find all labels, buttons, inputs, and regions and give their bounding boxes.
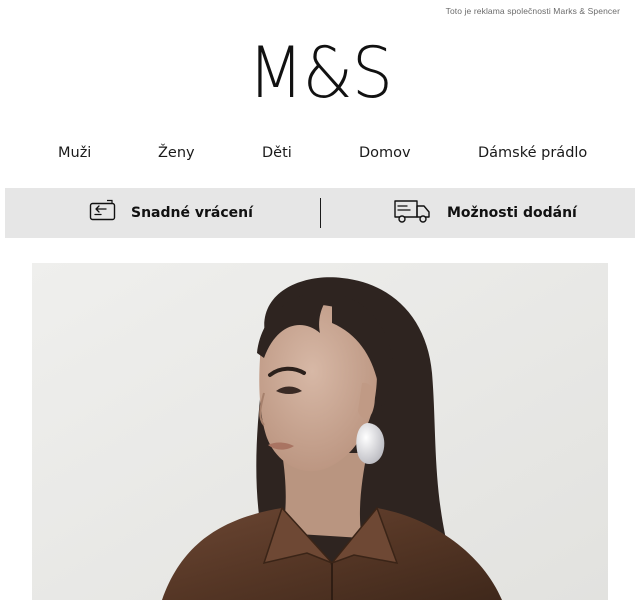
delivery-options-label: Možnosti dodání — [447, 205, 577, 221]
hero-image[interactable] — [32, 263, 608, 600]
benefits-bar: Snadné vrácení Možnosti dodání — [5, 188, 635, 238]
delivery-truck-icon — [393, 197, 433, 230]
benefits-divider — [320, 198, 321, 228]
nav-item-kids[interactable]: Děti — [262, 145, 292, 161]
delivery-options-link[interactable]: Možnosti dodání — [393, 188, 577, 238]
nav-item-women[interactable]: Ženy — [158, 145, 195, 161]
return-card-icon — [89, 199, 117, 228]
category-nav: Muži Ženy Děti Domov Dámské prádlo — [0, 145, 640, 167]
brand-logo[interactable]: M&S — [26, 33, 615, 113]
email-page: Toto je reklama společnosti Marks & Spen… — [0, 0, 640, 600]
nav-item-lingerie[interactable]: Dámské prádlo — [478, 145, 587, 161]
hero-photo-illustration — [32, 263, 608, 600]
ad-disclaimer: Toto je reklama společnosti Marks & Spen… — [445, 6, 620, 16]
easy-returns-link[interactable]: Snadné vrácení — [89, 188, 253, 238]
nav-item-home[interactable]: Domov — [359, 145, 411, 161]
easy-returns-label: Snadné vrácení — [131, 205, 253, 221]
nav-item-men[interactable]: Muži — [58, 145, 91, 161]
